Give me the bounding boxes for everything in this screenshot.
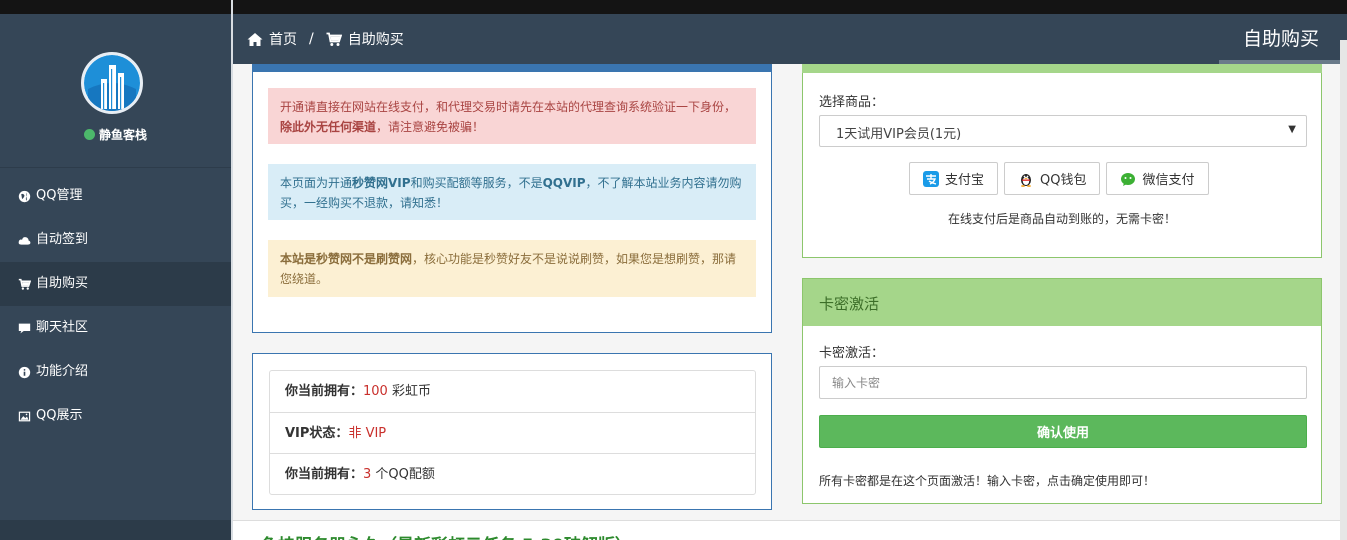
breadcrumb: 首页 / 自助购买 — [247, 29, 404, 49]
site-status: 静鱼客栈 — [0, 126, 231, 143]
globe-icon — [18, 190, 31, 202]
home-icon — [247, 32, 263, 46]
card-field-label: 卡密激活： — [819, 346, 885, 361]
info-alert-text-mid: 和购买配额等服务，不是 — [410, 176, 543, 190]
product-select-label: 选择商品： — [819, 95, 885, 110]
qq-wallet-label: QQ钱包 — [1040, 173, 1087, 188]
confirm-use-button[interactable]: 确认使用 — [819, 415, 1307, 448]
online-dot-icon — [83, 129, 95, 140]
alipay-button[interactable]: 支付宝 — [909, 162, 999, 195]
quota-unit: 个QQ配额 — [371, 467, 435, 482]
site-status-label: 静鱼客栈 — [98, 128, 147, 142]
card-note: 所有卡密都是在这个页面激活！输入卡密，点击确定使用即可！ — [819, 474, 1156, 488]
sidebar-item-qq-showcase[interactable]: QQ展示 — [0, 394, 231, 438]
sidebar-item-self-purchase[interactable]: 自助购买 — [0, 262, 231, 306]
breadcrumb-separator: / — [309, 31, 314, 47]
breadcrumb-current: 自助购买 — [347, 32, 404, 48]
buy-panel: 选择商品： 1天试用VIP会员(1元) ▼ 支付宝 QQ钱包 微信支付 在线支付… — [802, 64, 1322, 258]
sidebar-copyright — [0, 520, 231, 540]
sidebar-item-label: QQ展示 — [36, 408, 83, 423]
info-alert-bold-vip: 秒赞网VIP — [352, 176, 411, 190]
page-scrollbar[interactable] — [1340, 40, 1347, 540]
notice-panel-topbar — [252, 64, 772, 72]
alipay-icon — [923, 170, 939, 187]
caret-down-icon: ▼ — [1288, 124, 1296, 135]
section-title: 免挂服务器永久（最新彩虹云任务 5.30破解版） — [261, 531, 632, 540]
page-title: 自助购买 — [1242, 28, 1319, 50]
sidebar-divider — [0, 167, 231, 168]
quota-label: 你当前拥有： — [285, 467, 364, 482]
wechat-icon — [1121, 172, 1136, 186]
site-logo[interactable] — [81, 52, 143, 114]
vip-status-label: VIP状态： — [285, 426, 349, 441]
account-list: 你当前拥有：100 彩虹币 VIP状态：非 VIP 你当前拥有：3 个QQ配额 — [269, 370, 756, 495]
warning-alert-bold: 本站是秒赞网不是刷赞网 — [280, 252, 413, 266]
alipay-label: 支付宝 — [945, 173, 985, 188]
list-item: 你当前拥有：100 彩虹币 — [270, 371, 755, 412]
product-select-value: 1天试用VIP会员(1元) — [836, 127, 962, 142]
account-panel: 你当前拥有：100 彩虹币 VIP状态：非 VIP 你当前拥有：3 个QQ配额 — [252, 353, 772, 510]
top-bar — [0, 0, 1347, 14]
danger-alert-text: 开通请直接在网站在线支付，和代理交易时请先在本站的代理查询系统验证一下身份， — [280, 100, 737, 114]
balance-unit: 彩虹币 — [387, 384, 431, 399]
next-section: 免挂服务器永久（最新彩虹云任务 5.30破解版） — [233, 520, 1340, 540]
sidebar-item-label: 聊天社区 — [36, 320, 89, 335]
sidebar-item-label: 自动签到 — [36, 232, 89, 247]
sidebar-item-qq-manage[interactable]: QQ管理 — [0, 174, 231, 218]
info-alert-bold-qqvip: QQVIP — [542, 176, 586, 190]
sidebar-item-label: 自助购买 — [36, 276, 89, 291]
card-activation-panel: 卡密激活 卡密激活： 确认使用 所有卡密都是在这个页面激活！输入卡密，点击确定使… — [802, 278, 1322, 504]
buy-panel-topbar — [802, 64, 1322, 73]
list-item: VIP状态：非 VIP — [270, 412, 755, 453]
info-alert-text: 本页面为开通 — [280, 176, 353, 190]
danger-alert-bold: 除此外无任何渠道 — [280, 120, 377, 134]
building-logo-icon — [84, 55, 140, 111]
cart-icon — [18, 278, 31, 290]
breadcrumb-home-link[interactable]: 首页 — [269, 29, 297, 49]
cloud-icon — [18, 236, 31, 245]
danger-alert: 开通请直接在网站在线支付，和代理交易时请先在本站的代理查询系统验证一下身份， 除此… — [268, 88, 756, 144]
buy-note: 在线支付后是商品自动到账的，无需卡密！ — [947, 212, 1176, 226]
notice-panel: 开通请直接在网站在线支付，和代理交易时请先在本站的代理查询系统验证一下身份， 除此… — [252, 64, 772, 333]
danger-alert-text-end: ，请注意避免被骗！ — [376, 120, 485, 134]
info-alert: 本页面为开通秒赞网VIP和购买配额等服务，不是QQVIP，不了解本站业务内容请勿… — [268, 164, 756, 220]
chat-icon — [18, 323, 31, 333]
product-select[interactable]: 1天试用VIP会员(1元) ▼ — [819, 115, 1307, 147]
image-icon — [18, 411, 31, 421]
sidebar-item-auto-signin[interactable]: 自动签到 — [0, 218, 231, 262]
list-item: 你当前拥有：3 个QQ配额 — [270, 453, 755, 494]
balance-value: 100 — [363, 384, 388, 399]
cart-icon — [326, 32, 342, 46]
vip-status-value: 非 VIP — [348, 426, 387, 441]
payment-buttons: 支付宝 QQ钱包 微信支付 — [909, 162, 1209, 195]
card-activation-title: 卡密激活 — [803, 279, 1321, 326]
sidebar-item-chat-community[interactable]: 聊天社区 — [0, 306, 231, 350]
wechat-pay-label: 微信支付 — [1142, 173, 1195, 188]
sidebar: 静鱼客栈 QQ管理 自动签到 自助购买 聊天社区 功能介绍 QQ展示 — [0, 14, 231, 540]
sidebar-nav: QQ管理 自动签到 自助购买 聊天社区 功能介绍 QQ展示 — [0, 174, 231, 438]
balance-label: 你当前拥有： — [285, 384, 364, 399]
qq-penguin-icon — [1021, 173, 1032, 187]
card-code-input[interactable] — [819, 366, 1307, 399]
warning-alert: 本站是秒赞网不是刷赞网，核心功能是秒赞好友不是说说刷赞，如果您是想刷赞，那请您绕… — [268, 240, 756, 297]
sidebar-item-label: 功能介绍 — [36, 364, 89, 379]
page-header: 首页 / 自助购买 自助购买 — [233, 14, 1347, 64]
sidebar-item-label: QQ管理 — [36, 188, 83, 203]
qq-wallet-button[interactable]: QQ钱包 — [1004, 162, 1101, 195]
sidebar-item-features[interactable]: 功能介绍 — [0, 350, 231, 394]
info-icon — [18, 366, 31, 378]
wechat-pay-button[interactable]: 微信支付 — [1106, 162, 1209, 195]
